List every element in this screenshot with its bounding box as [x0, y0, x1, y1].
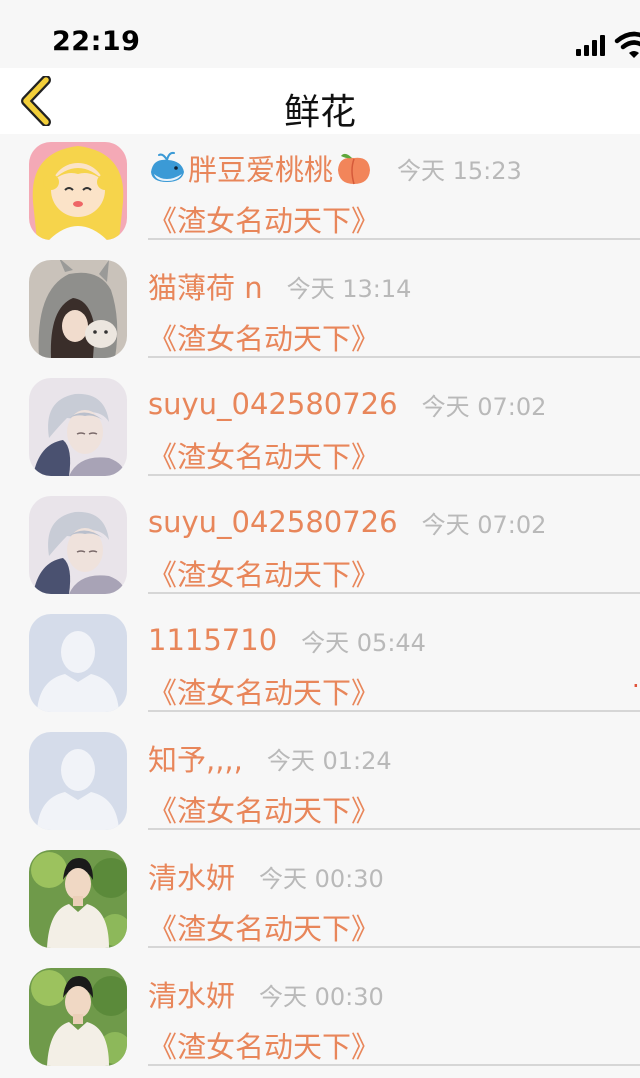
book-title-link[interactable]: 《渣女名动天下》 — [148, 670, 380, 712]
user-name[interactable]: 1115710 — [148, 623, 277, 657]
man-portrait-avatar-icon — [29, 850, 127, 948]
user-name[interactable]: 清水妍 — [148, 855, 235, 897]
book-title-link[interactable]: 《渣女名动天下》 — [148, 434, 380, 476]
default-person-avatar-icon — [29, 614, 127, 712]
girl-with-cat-avatar-icon — [29, 260, 127, 358]
status-time: 22:19 — [52, 26, 141, 57]
page-title: 鲜花 — [283, 92, 356, 133]
book-title-link[interactable]: 《渣女名动天下》 — [148, 316, 380, 358]
avatar[interactable] — [29, 732, 127, 830]
book-title-link[interactable]: 《渣女名动天下》 — [148, 906, 380, 948]
row-header: 胖豆爱桃桃 今天 15:23 — [148, 148, 522, 188]
avatar[interactable] — [29, 614, 127, 712]
divider — [148, 592, 640, 594]
list-item[interactable]: 1115710 今天 05:44 《渣女名动天下》 · — [0, 606, 640, 724]
unread-mark: · — [632, 672, 640, 700]
avatar[interactable] — [29, 496, 127, 594]
avatar[interactable] — [29, 142, 127, 240]
divider — [148, 474, 640, 476]
divider — [148, 1064, 640, 1066]
avatar[interactable] — [29, 260, 127, 358]
row-header: 清水妍 今天 00:30 — [148, 974, 384, 1014]
user-name[interactable]: 胖豆爱桃桃 — [188, 147, 333, 189]
anime-girl-avatar-icon — [29, 142, 127, 240]
wifi-icon — [614, 31, 640, 58]
status-bar: 22:19 — [0, 0, 640, 68]
avatar[interactable] — [29, 850, 127, 948]
default-person-avatar-icon — [29, 732, 127, 830]
user-name[interactable]: suyu_042580726 — [148, 387, 398, 421]
divider — [148, 356, 640, 358]
list-item[interactable]: 清水妍 今天 00:30 《渣女名动天下》 — [0, 842, 640, 960]
user-name[interactable]: 知予,,,, — [148, 737, 243, 779]
timestamp: 今天 05:44 — [301, 628, 426, 657]
whale-icon — [151, 151, 184, 182]
list-item[interactable]: 清水妍 今天 00:30 《渣女名动天下》 — [0, 960, 640, 1078]
anime-couple-avatar-icon — [29, 378, 127, 476]
divider — [148, 828, 640, 830]
user-name[interactable]: 清水妍 — [148, 973, 235, 1015]
timestamp: 今天 01:24 — [266, 746, 392, 775]
list-item[interactable]: suyu_042580726 今天 07:02 《渣女名动天下》 — [0, 488, 640, 606]
row-header: suyu_042580726 今天 07:02 — [148, 502, 546, 542]
timestamp: 今天 13:14 — [286, 274, 412, 303]
row-header: 知予,,,, 今天 01:24 — [148, 738, 392, 778]
avatar[interactable] — [29, 968, 127, 1066]
timestamp: 今天 00:30 — [259, 864, 384, 893]
row-header: 清水妍 今天 00:30 — [148, 856, 384, 896]
anime-couple-avatar-icon — [29, 496, 127, 594]
navigation-bar: 鲜花 — [0, 68, 640, 134]
timestamp: 今天 07:02 — [421, 510, 547, 539]
book-title-link[interactable]: 《渣女名动天下》 — [148, 788, 380, 830]
user-name[interactable]: 猫薄荷 n — [148, 265, 263, 307]
timestamp: 今天 15:23 — [397, 156, 522, 185]
cellular-signal-icon — [576, 34, 610, 56]
row-header: 猫薄荷 n 今天 13:14 — [148, 266, 411, 306]
user-name[interactable]: suyu_042580726 — [148, 505, 398, 539]
book-title-link[interactable]: 《渣女名动天下》 — [148, 198, 380, 240]
timestamp: 今天 07:02 — [421, 392, 547, 421]
divider — [148, 710, 640, 712]
list-item[interactable]: 知予,,,, 今天 01:24 《渣女名动天下》 — [0, 724, 640, 842]
list-item[interactable]: 猫薄荷 n 今天 13:14 《渣女名动天下》 — [0, 252, 640, 370]
list-item[interactable]: suyu_042580726 今天 07:02 《渣女名动天下》 — [0, 370, 640, 488]
avatar[interactable] — [29, 378, 127, 476]
book-title-link[interactable]: 《渣女名动天下》 — [148, 1024, 380, 1066]
gift-record-list: 胖豆爱桃桃 今天 15:23 《渣女名动天下》 猫薄荷 n 今天 13:14 《… — [0, 134, 640, 1078]
divider — [148, 238, 640, 240]
book-title-link[interactable]: 《渣女名动天下》 — [148, 552, 380, 594]
row-header: suyu_042580726 今天 07:02 — [148, 384, 546, 424]
timestamp: 今天 00:30 — [259, 982, 384, 1011]
man-portrait-avatar-icon — [29, 968, 127, 1066]
divider — [148, 946, 640, 948]
list-item[interactable]: 胖豆爱桃桃 今天 15:23 《渣女名动天下》 — [0, 134, 640, 252]
row-header: 1115710 今天 05:44 — [148, 620, 426, 660]
peach-icon — [338, 153, 371, 185]
